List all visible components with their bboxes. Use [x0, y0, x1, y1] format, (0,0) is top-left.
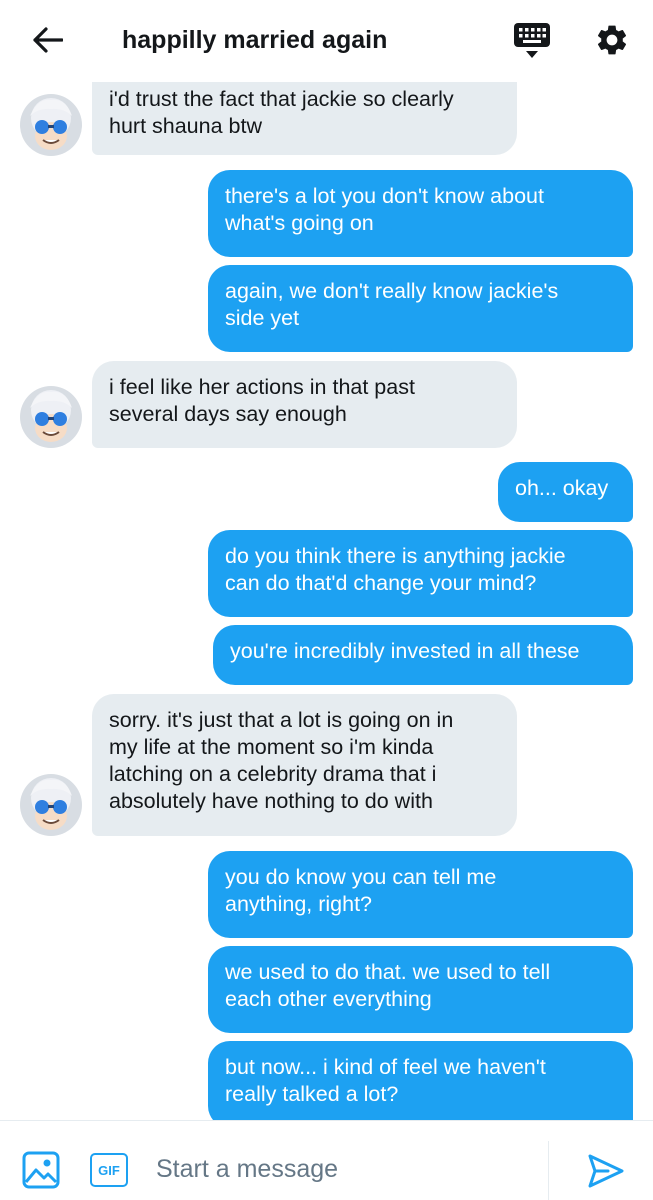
avatar[interactable]: [20, 386, 82, 448]
conversation-title[interactable]: happilly married again: [122, 24, 387, 56]
message-input[interactable]: [156, 1149, 536, 1189]
message-bubble-outgoing[interactable]: again, we don't really know jackie's sid…: [208, 265, 633, 352]
avatar[interactable]: [20, 774, 82, 836]
message-bubble-incoming[interactable]: sorry. it's just that a lot is going on …: [92, 694, 517, 836]
divider: [548, 1141, 549, 1200]
avatar-image: [20, 774, 82, 836]
avatar-image: [20, 94, 82, 156]
message-bubble-outgoing[interactable]: there's a lot you don't know about what'…: [208, 170, 633, 257]
add-media-button[interactable]: [22, 1151, 60, 1189]
message-bubble-outgoing[interactable]: but now... i kind of feel we haven't rea…: [208, 1041, 633, 1120]
settings-button[interactable]: [590, 18, 634, 62]
send-icon: [588, 1154, 624, 1188]
message-bubble-outgoing[interactable]: we used to do that. we used to tell each…: [208, 946, 633, 1033]
back-button[interactable]: [28, 22, 68, 58]
image-icon: [22, 1151, 60, 1189]
gear-icon: [597, 25, 627, 55]
avatar-image: [20, 386, 82, 448]
message-composer: GIF: [0, 1120, 653, 1200]
message-list[interactable]: i'd trust the fact that jackie so clearl…: [0, 82, 653, 1120]
message-bubble-outgoing[interactable]: do you think there is anything jackie ca…: [208, 530, 633, 617]
gif-button[interactable]: GIF: [90, 1153, 128, 1187]
keyboard-icon: [514, 23, 550, 58]
avatar[interactable]: [20, 94, 82, 156]
keyboard-button[interactable]: [510, 18, 554, 62]
send-button[interactable]: [586, 1151, 626, 1191]
message-bubble-outgoing[interactable]: you're incredibly invested in all these: [213, 625, 633, 685]
conversation-header: happilly married again: [0, 0, 653, 82]
message-bubble-incoming[interactable]: i feel like her actions in that past sev…: [92, 361, 517, 448]
message-bubble-incoming[interactable]: i'd trust the fact that jackie so clearl…: [92, 82, 517, 155]
arrow-left-icon: [33, 27, 63, 53]
message-bubble-outgoing[interactable]: you do know you can tell me anything, ri…: [208, 851, 633, 938]
message-bubble-outgoing[interactable]: oh... okay: [498, 462, 633, 522]
